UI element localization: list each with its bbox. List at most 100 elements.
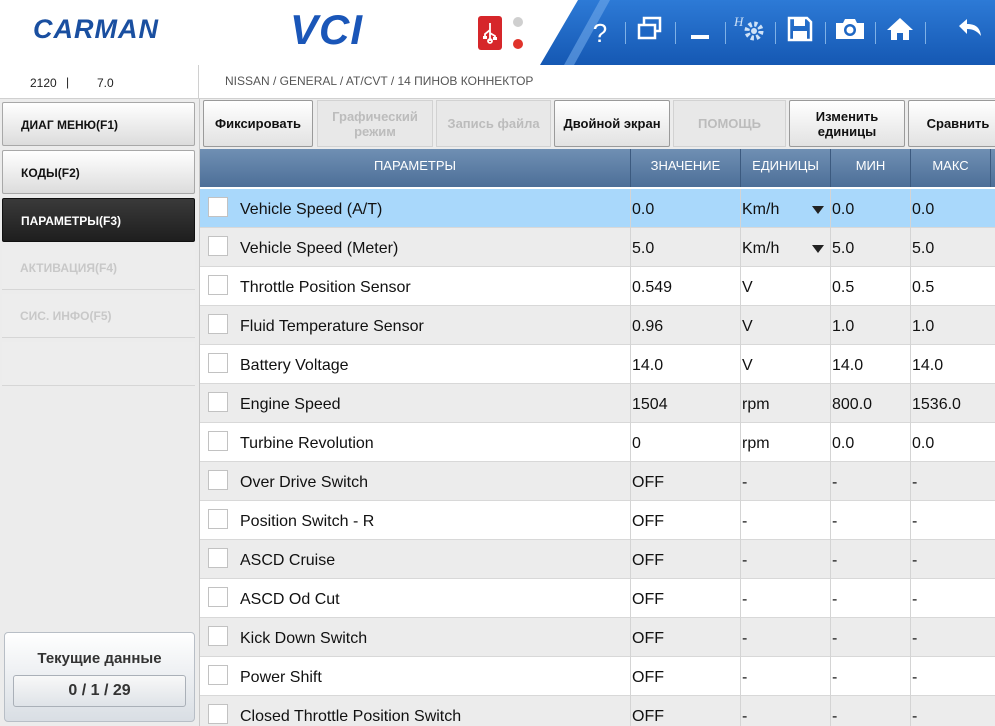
breadcrumb: NISSAN / GENERAL / AT/CVT / 14 ПИНОВ КОН… bbox=[225, 74, 534, 88]
row-checkbox[interactable] bbox=[208, 314, 228, 334]
row-checkbox[interactable] bbox=[208, 236, 228, 256]
param-name: Power Shift bbox=[240, 669, 322, 686]
sidebar-item-parameters[interactable]: ПАРАМЕТРЫ(F3) bbox=[2, 198, 195, 242]
window-switch-icon[interactable] bbox=[630, 14, 670, 52]
current-data-title: Текущие данные bbox=[37, 650, 162, 667]
column-header-value[interactable]: ЗНАЧЕНИЕ bbox=[631, 149, 741, 187]
table-row[interactable]: Engine Speed 1504 rpm 800.0 1536.0 bbox=[200, 384, 995, 423]
column-divider bbox=[740, 540, 741, 579]
connection-led-red bbox=[513, 39, 523, 49]
row-checkbox[interactable] bbox=[208, 548, 228, 568]
param-unit: V bbox=[742, 318, 753, 335]
param-name: ASCD Cruise bbox=[240, 552, 336, 569]
column-divider bbox=[630, 540, 631, 579]
param-min: - bbox=[832, 513, 838, 530]
settings-gear-icon[interactable]: H bbox=[730, 14, 770, 52]
table-row[interactable]: Vehicle Speed (A/T) 0.0 Km/h 0.0 0.0 bbox=[200, 189, 995, 228]
param-name: ASCD Od Cut bbox=[240, 591, 340, 608]
param-max: 1.0 bbox=[912, 318, 935, 335]
param-name: Over Drive Switch bbox=[240, 474, 369, 491]
row-checkbox[interactable] bbox=[208, 509, 228, 529]
home-icon[interactable] bbox=[880, 14, 920, 52]
camera-icon[interactable] bbox=[830, 14, 870, 52]
compare-button[interactable]: Сравнить bbox=[908, 100, 995, 147]
minimize-icon[interactable] bbox=[680, 14, 720, 52]
row-checkbox[interactable] bbox=[208, 197, 228, 217]
column-divider bbox=[740, 267, 741, 306]
toolbar-separator bbox=[925, 22, 926, 44]
info-bar: 2120 | 7.0 NISSAN / GENERAL / AT/CVT / 1… bbox=[0, 65, 995, 99]
save-disk-icon[interactable] bbox=[780, 14, 820, 52]
table-row[interactable]: ASCD Cruise OFF - - - bbox=[200, 540, 995, 579]
toolbar-separator bbox=[775, 22, 776, 44]
column-divider bbox=[830, 696, 831, 726]
column-divider bbox=[740, 579, 741, 618]
param-unit: rpm bbox=[742, 435, 770, 452]
column-divider bbox=[740, 345, 741, 384]
row-checkbox[interactable] bbox=[208, 275, 228, 295]
table-row[interactable]: Fluid Temperature Sensor 0.96 V 1.0 1.0 bbox=[200, 306, 995, 345]
column-divider bbox=[910, 462, 911, 501]
param-name: Position Switch - R bbox=[240, 513, 375, 530]
table-row[interactable]: Throttle Position Sensor 0.549 V 0.5 0.5 bbox=[200, 267, 995, 306]
column-divider bbox=[830, 657, 831, 696]
param-min: 5.0 bbox=[832, 240, 855, 257]
table-row[interactable]: Kick Down Switch OFF - - - bbox=[200, 618, 995, 657]
sidebar-item-diag-menu[interactable]: ДИАГ МЕНЮ(F1) bbox=[2, 102, 195, 146]
function-toolbar: Фиксировать Графический режим Запись фай… bbox=[200, 99, 995, 149]
dual-screen-button[interactable]: Двойной экран bbox=[554, 100, 670, 147]
table-row[interactable]: Battery Voltage 14.0 V 14.0 14.0 bbox=[200, 345, 995, 384]
table-row[interactable]: ASCD Od Cut OFF - - - bbox=[200, 579, 995, 618]
table-row[interactable]: Vehicle Speed (Meter) 5.0 Km/h 5.0 5.0 bbox=[200, 228, 995, 267]
param-unit: - bbox=[742, 708, 748, 725]
column-divider bbox=[740, 189, 741, 228]
column-divider bbox=[740, 384, 741, 423]
table-header: ПАРАМЕТРЫ ЗНАЧЕНИЕ ЕДИНИЦЫ МИН МАКС bbox=[200, 149, 995, 187]
column-header-parameters[interactable]: ПАРАМЕТРЫ bbox=[200, 149, 631, 187]
column-header-units[interactable]: ЕДИНИЦЫ bbox=[741, 149, 831, 187]
sidebar-item-label: ДИАГ МЕНЮ(F1) bbox=[21, 118, 119, 132]
back-arrow-icon[interactable] bbox=[950, 14, 990, 52]
param-min: - bbox=[832, 669, 838, 686]
toolbar-separator bbox=[675, 22, 676, 44]
unit-dropdown-icon[interactable] bbox=[812, 206, 824, 214]
help-icon[interactable]: ? bbox=[580, 14, 620, 52]
param-name: Fluid Temperature Sensor bbox=[240, 318, 424, 335]
column-header-min[interactable]: МИН bbox=[831, 149, 911, 187]
row-checkbox[interactable] bbox=[208, 353, 228, 373]
column-divider bbox=[830, 540, 831, 579]
sidebar-item-codes[interactable]: КОДЫ(F2) bbox=[2, 150, 195, 194]
param-value: OFF bbox=[632, 474, 664, 491]
param-name: Vehicle Speed (A/T) bbox=[240, 201, 383, 218]
param-unit: - bbox=[742, 552, 748, 569]
table-row[interactable]: Position Switch - R OFF - - - bbox=[200, 501, 995, 540]
row-checkbox[interactable] bbox=[208, 587, 228, 607]
column-divider bbox=[830, 462, 831, 501]
column-divider bbox=[740, 462, 741, 501]
param-unit: Km/h bbox=[742, 240, 780, 257]
row-checkbox[interactable] bbox=[208, 626, 228, 646]
row-checkbox[interactable] bbox=[208, 704, 228, 724]
row-checkbox[interactable] bbox=[208, 470, 228, 490]
table-row[interactable]: Closed Throttle Position Switch OFF - - - bbox=[200, 696, 995, 726]
change-units-button[interactable]: Изменить единицы bbox=[789, 100, 905, 147]
column-divider bbox=[630, 267, 631, 306]
row-checkbox[interactable] bbox=[208, 665, 228, 685]
table-row[interactable]: Over Drive Switch OFF - - - bbox=[200, 462, 995, 501]
parameters-table: Vehicle Speed (A/T) 0.0 Km/h 0.0 0.0 Vehicle … bbox=[200, 189, 995, 726]
param-min: 0.0 bbox=[832, 201, 855, 218]
param-min: 800.0 bbox=[832, 396, 873, 413]
table-row[interactable]: Power Shift OFF - - - bbox=[200, 657, 995, 696]
column-divider bbox=[630, 618, 631, 657]
row-checkbox[interactable] bbox=[208, 392, 228, 412]
column-header-max[interactable]: МАКС bbox=[911, 149, 991, 187]
unit-dropdown-icon[interactable] bbox=[812, 245, 824, 253]
param-name: Engine Speed bbox=[240, 396, 341, 413]
column-divider bbox=[630, 345, 631, 384]
row-checkbox[interactable] bbox=[208, 431, 228, 451]
freeze-button[interactable]: Фиксировать bbox=[203, 100, 313, 147]
table-row[interactable]: Turbine Revolution 0 rpm 0.0 0.0 bbox=[200, 423, 995, 462]
param-min: 1.0 bbox=[832, 318, 855, 335]
param-value: OFF bbox=[632, 708, 664, 725]
param-max: 0.0 bbox=[912, 435, 935, 452]
